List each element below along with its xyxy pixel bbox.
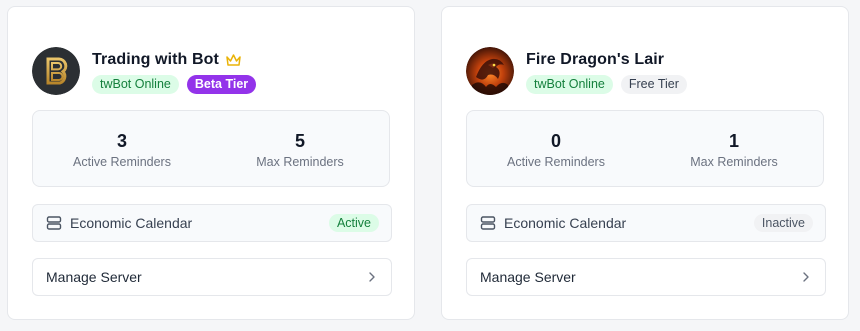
server-badges: twBot Online Beta Tier bbox=[92, 75, 257, 94]
server-name: Trading with Bot bbox=[92, 51, 219, 68]
tier-badge: Beta Tier bbox=[186, 75, 257, 94]
calendar-label: Economic Calendar bbox=[504, 215, 627, 231]
server-avatar bbox=[32, 47, 80, 95]
database-icon bbox=[46, 215, 62, 231]
active-reminders-label: Active Reminders bbox=[507, 155, 605, 169]
server-badges: twBot Online Free Tier bbox=[526, 75, 687, 94]
max-reminders-value: 5 bbox=[294, 131, 305, 151]
max-reminders-stat: 1 Max Reminders bbox=[645, 111, 823, 170]
manage-server-label: Manage Server bbox=[480, 269, 576, 285]
chevron-right-icon bbox=[801, 271, 811, 283]
server-title-row: Fire Dragon's Lair bbox=[526, 49, 664, 71]
max-reminders-label: Max Reminders bbox=[690, 155, 778, 169]
server-name: Fire Dragon's Lair bbox=[526, 51, 665, 68]
b-logo-icon bbox=[32, 47, 80, 95]
active-reminders-value: 0 bbox=[550, 131, 561, 151]
max-reminders-stat: 5 Max Reminders bbox=[211, 111, 389, 170]
active-reminders-value: 3 bbox=[116, 131, 127, 151]
economic-calendar-row: Economic Calendar Active bbox=[32, 204, 392, 242]
manage-server-button[interactable]: Manage Server bbox=[466, 258, 826, 296]
server-card: Trading with Bot twBot Online Beta Tier … bbox=[7, 6, 415, 320]
calendar-label: Economic Calendar bbox=[70, 215, 193, 231]
dragon-image bbox=[466, 47, 514, 95]
server-avatar bbox=[466, 47, 514, 95]
server-card: Fire Dragon's Lair twBot Online Free Tie… bbox=[441, 6, 849, 320]
calendar-status-badge: Inactive bbox=[753, 214, 813, 232]
max-reminders-label: Max Reminders bbox=[256, 155, 344, 169]
reminder-stats: 3 Active Reminders 5 Max Reminders bbox=[32, 110, 390, 187]
server-title-row: Trading with Bot bbox=[92, 49, 242, 71]
status-badge: twBot Online bbox=[92, 75, 179, 94]
active-reminders-stat: 0 Active Reminders bbox=[467, 111, 645, 170]
manage-server-label: Manage Server bbox=[46, 269, 142, 285]
calendar-status-badge: Active bbox=[328, 214, 379, 232]
tier-badge: Free Tier bbox=[620, 75, 687, 94]
active-reminders-label: Active Reminders bbox=[73, 155, 171, 169]
status-badge: twBot Online bbox=[526, 75, 613, 94]
max-reminders-value: 1 bbox=[728, 131, 739, 151]
manage-server-button[interactable]: Manage Server bbox=[32, 258, 392, 296]
active-reminders-stat: 3 Active Reminders bbox=[33, 111, 211, 170]
chevron-right-icon bbox=[367, 271, 377, 283]
database-icon bbox=[480, 215, 496, 231]
crown-icon bbox=[226, 54, 241, 66]
economic-calendar-row: Economic Calendar Inactive bbox=[466, 204, 826, 242]
reminder-stats: 0 Active Reminders 1 Max Reminders bbox=[466, 110, 824, 187]
